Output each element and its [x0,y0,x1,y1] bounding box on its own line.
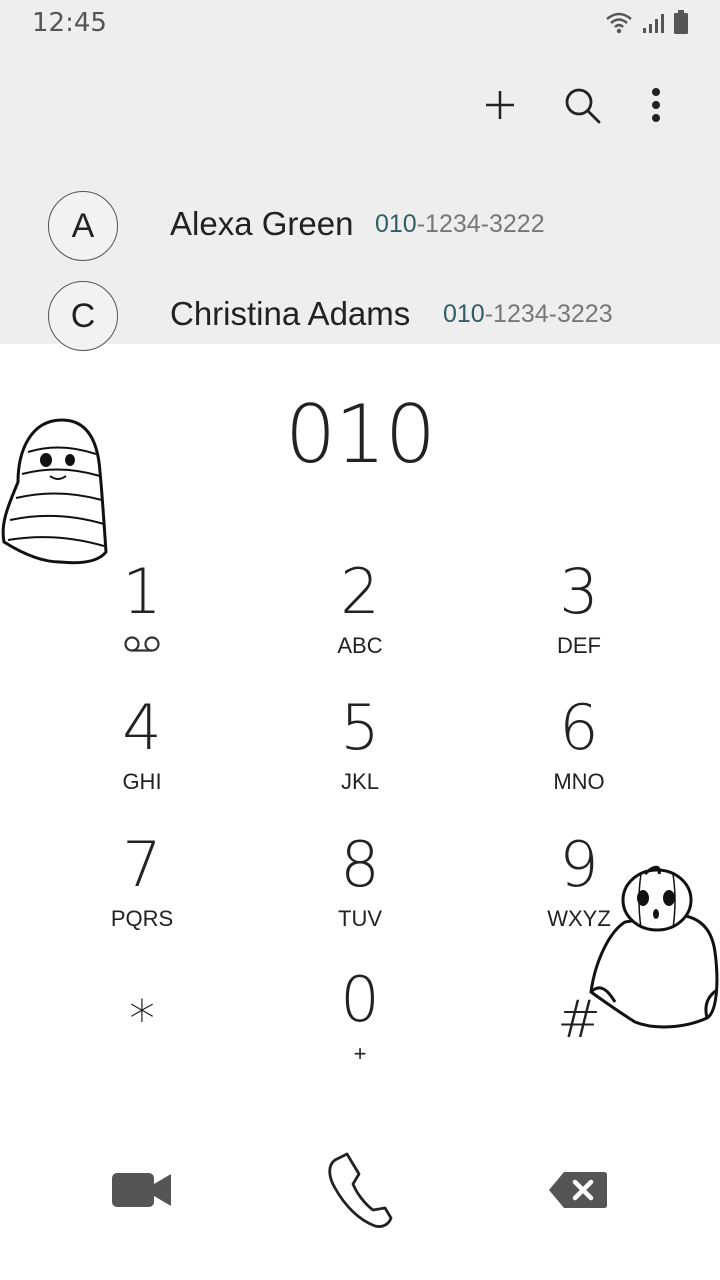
status-icons [604,10,688,34]
key-letters: GHI [122,769,162,794]
number-match: 010 [375,210,417,238]
key-digit: 5 [340,691,380,764]
key-7[interactable]: 7 PQRS [52,830,232,960]
signal-icon [643,14,664,33]
more-options-button[interactable] [631,80,681,130]
key-1[interactable]: 1 [52,557,232,687]
key-digit: 2 [340,555,380,628]
key-letters: JKL [341,769,379,794]
key-letters: MNO [553,769,605,794]
backspace-icon [549,1172,607,1208]
key-4[interactable]: 4 GHI [52,693,232,823]
key-digit: 0 [340,963,380,1036]
key-6[interactable]: 6 MNO [489,693,669,823]
backspace-button[interactable] [528,1140,628,1240]
key-2[interactable]: 2 ABC [270,557,450,687]
number-match: 010 [443,300,485,328]
mummy-ghost-sticker [1,418,108,565]
contact-number: 010-1234-3223 [443,300,613,329]
add-contact-button[interactable] [475,80,525,130]
key-digit: 8 [340,828,380,901]
key-letters: PQRS [110,906,174,931]
call-button[interactable] [310,1140,410,1240]
video-call-icon [112,1173,171,1207]
contact-row[interactable]: C Christina Adams 010-1234-3223 [0,271,720,361]
key-star[interactable]: * [52,985,232,1115]
key-8[interactable]: 8 TUV [270,830,450,960]
key-digit: 6 [559,691,599,764]
avatar: C [48,281,118,351]
status-bar: 12:45 [0,0,720,50]
key-3[interactable]: 3 DEF [489,557,669,687]
video-call-button[interactable] [92,1140,192,1240]
key-digit: 3 [559,555,599,628]
more-vert-icon [652,88,660,122]
number-rest: -1234-3222 [416,210,545,238]
battery-icon [674,10,688,34]
key-digit: 7 [122,828,162,901]
search-icon [565,88,601,124]
key-letters: DEF [557,633,601,658]
contact-name: Christina Adams [170,295,411,332]
number-rest: -1234-3223 [484,300,613,328]
key-letters: ABC [337,633,383,658]
contact-row[interactable]: A Alexa Green 010-1234-3222 [0,181,720,271]
search-button[interactable] [557,80,607,130]
wifi-icon [606,12,632,34]
key-letters: TUV [338,906,382,931]
status-time: 12:45 [32,8,107,38]
key-digit: 4 [122,691,162,764]
key-digit: * [129,990,155,1050]
pumpkin-ghost-sticker [589,865,719,1029]
avatar: A [48,191,118,261]
contact-number: 010-1234-3222 [375,210,545,239]
key-letters: + [353,1041,367,1066]
voicemail-icon [124,636,160,652]
add-icon [486,91,514,119]
contact-name: Alexa Green [170,205,354,242]
call-icon [328,1152,393,1228]
key-5[interactable]: 5 JKL [270,693,450,823]
key-0[interactable]: 0 + [270,965,450,1095]
